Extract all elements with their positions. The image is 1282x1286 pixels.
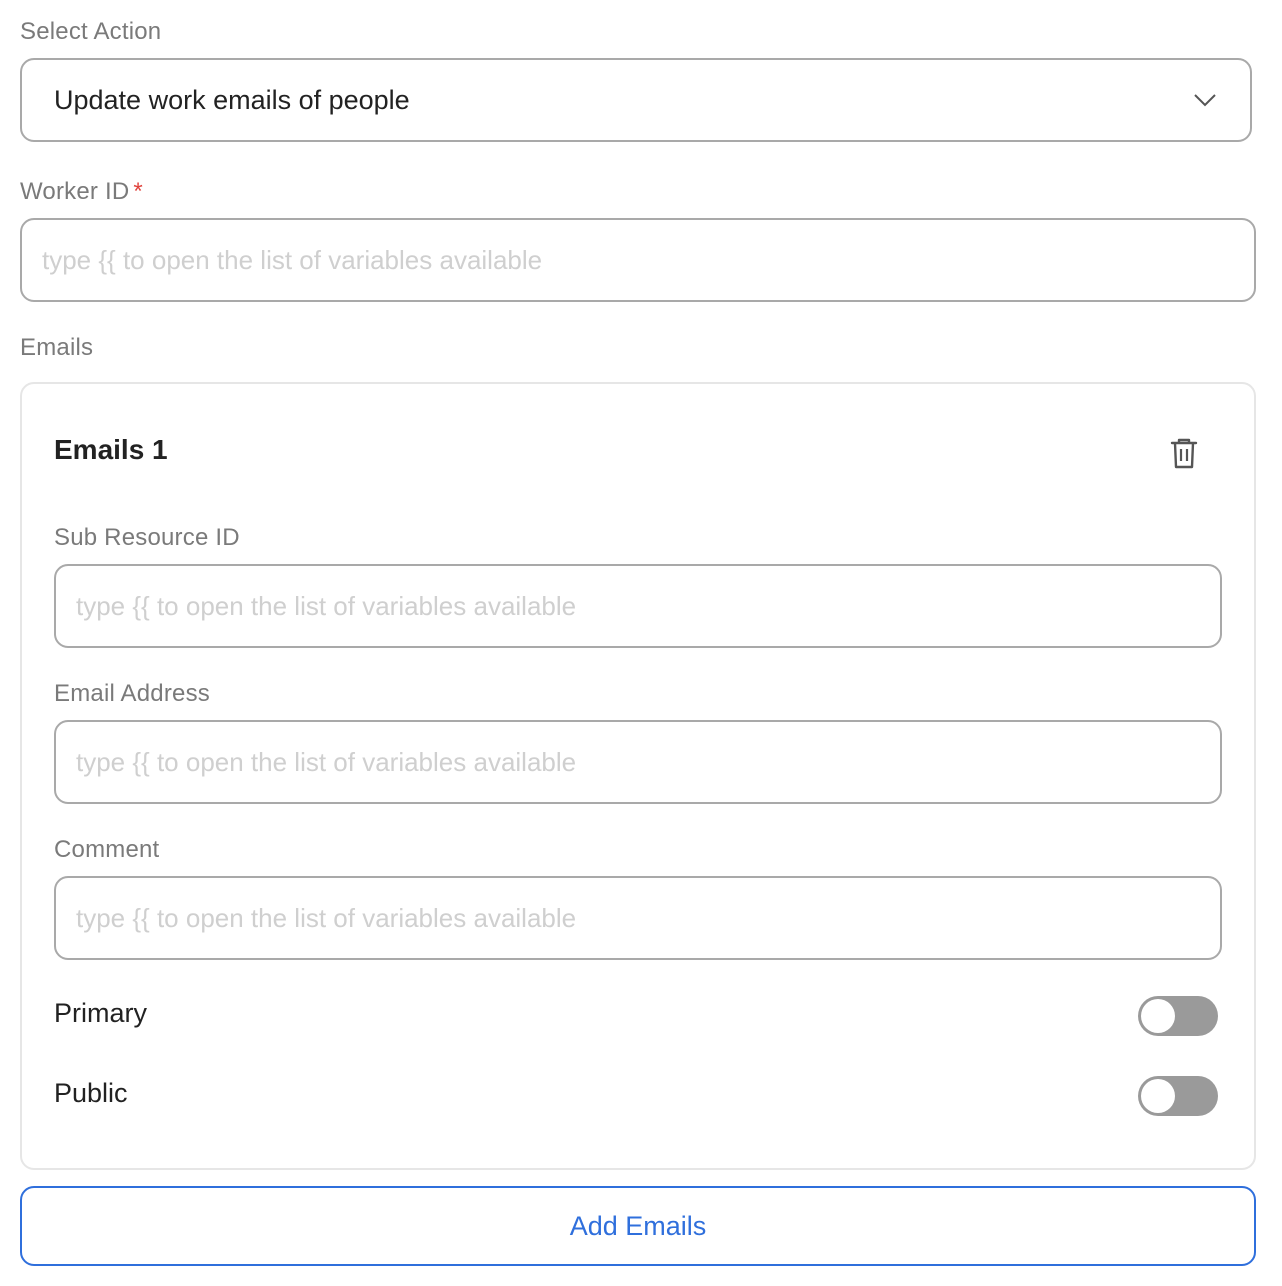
action-select[interactable]: Update work emails of people (20, 58, 1252, 142)
toggle-knob (1141, 999, 1175, 1033)
comment-label: Comment (54, 836, 160, 863)
add-emails-button[interactable]: Add Emails (20, 1186, 1256, 1266)
sub-resource-id-input[interactable] (54, 564, 1222, 648)
primary-label: Primary (54, 998, 147, 1028)
sub-resource-id-label: Sub Resource ID (54, 524, 240, 551)
select-action-label: Select Action (20, 18, 162, 45)
worker-id-input[interactable] (20, 218, 1256, 302)
public-label: Public (54, 1078, 128, 1108)
chevron-down-icon (1192, 87, 1218, 113)
required-marker: * (133, 178, 143, 205)
worker-id-label-text: Worker ID (20, 178, 130, 205)
emails-section-label: Emails (20, 334, 94, 361)
action-select-value: Update work emails of people (54, 84, 410, 115)
primary-toggle[interactable] (1138, 996, 1218, 1036)
email-address-label: Email Address (54, 680, 210, 707)
comment-input[interactable] (54, 876, 1222, 960)
email-address-input[interactable] (54, 720, 1222, 804)
worker-id-label: Worker ID * (20, 178, 143, 206)
email-item-title: Emails 1 (54, 434, 168, 465)
trash-icon[interactable] (1168, 436, 1200, 470)
toggle-knob (1141, 1079, 1175, 1113)
public-toggle[interactable] (1138, 1076, 1218, 1116)
